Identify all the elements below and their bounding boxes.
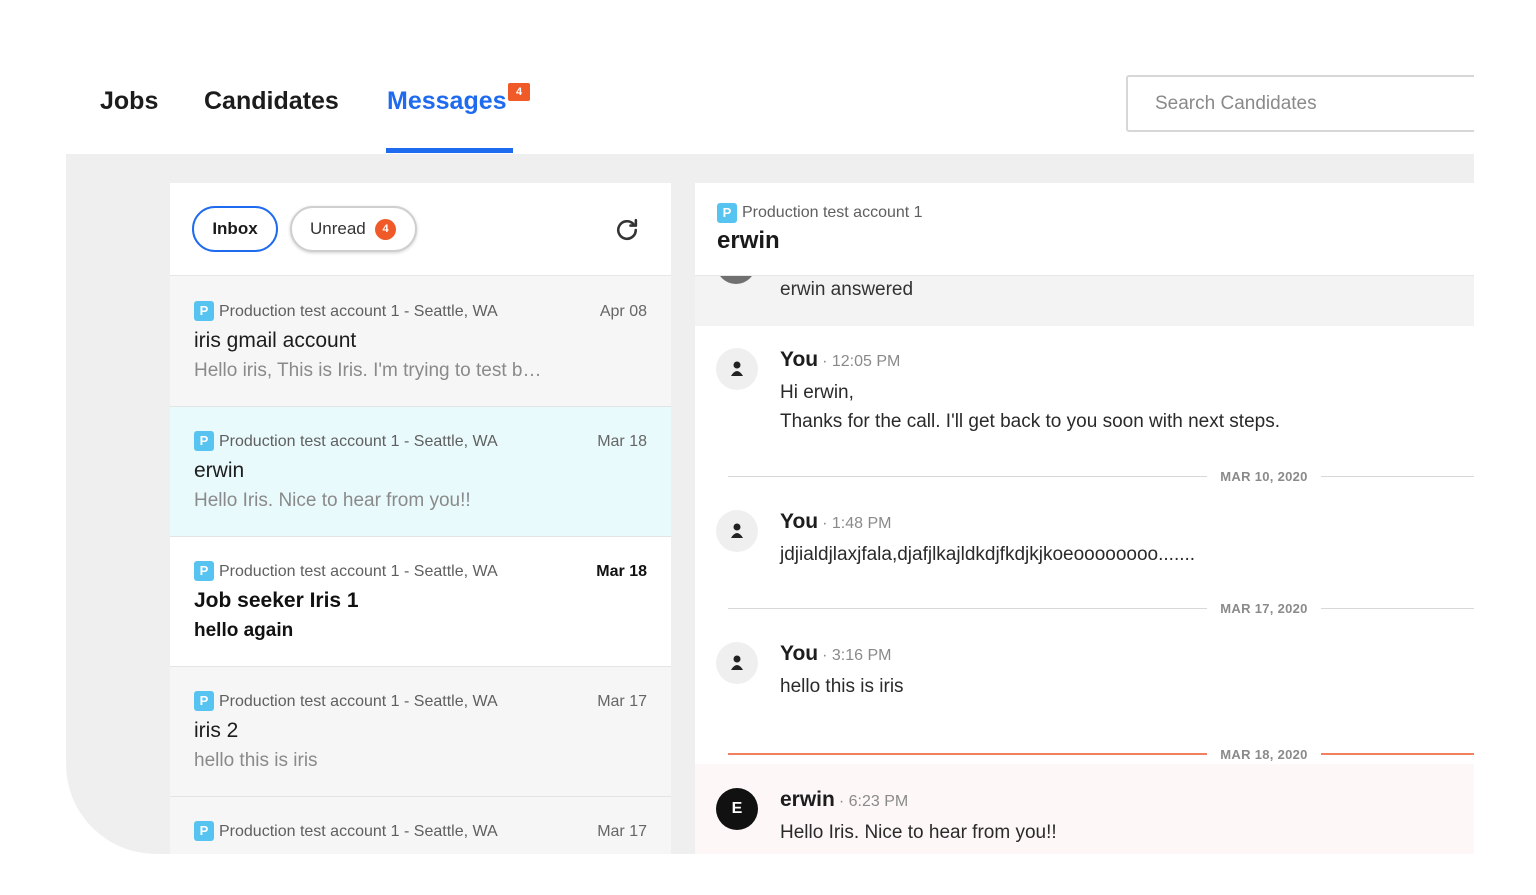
unread-count-badge: 4 [375, 219, 396, 240]
thread-header: P Production test account 1 erwin [695, 183, 1474, 276]
unread-filter-label: Unread [310, 219, 366, 238]
conversation-account: Production test account 1 - Seattle, WA [219, 303, 498, 320]
message-time: · 6:23 PM [838, 793, 909, 810]
conversation-name: erwin [194, 459, 245, 482]
account-badge-icon: P [194, 431, 214, 451]
conversation-account: Production test account 1 - Seattle, WA [219, 823, 498, 840]
account-badge-icon: P [194, 821, 214, 841]
refresh-icon[interactable] [613, 216, 641, 244]
search-box[interactable] [1126, 75, 1474, 132]
conversation-account: Production test account 1 - Seattle, WA [219, 693, 498, 710]
message-text: jdjialdjlaxjfala,djafjlkajldkdjfkdjkjkoe… [780, 544, 1196, 565]
inbox-filter-button[interactable]: Inbox [192, 206, 278, 252]
conversation-name: Job seeker Iris 1 [194, 589, 359, 612]
conversation-date: Mar 18 [597, 433, 647, 450]
conversation-list: Inbox Unread 4 P Production test account … [170, 183, 671, 854]
tab-jobs[interactable]: Jobs [100, 84, 158, 118]
message-sender: erwin [780, 788, 835, 811]
message-sender: You [780, 510, 819, 533]
message-time: · 12:05 PM [822, 353, 901, 370]
date-divider-new: MAR 18, 2020 [728, 745, 1474, 765]
message-time: · 1:48 PM [822, 515, 892, 532]
conversation-item-selected[interactable]: P Production test account 1 - Seattle, WA… [170, 407, 671, 537]
conversation-account: Production test account 1 - Seattle, WA [219, 433, 498, 450]
thread-contact-name: erwin [717, 227, 780, 254]
conversation-item[interactable]: P Production test account 1 - Seattle, WA… [170, 667, 671, 797]
date-divider-label: MAR 18, 2020 [1220, 747, 1308, 762]
search-input[interactable] [1128, 77, 1474, 130]
user-avatar-icon [716, 642, 758, 684]
account-badge-icon: P [194, 301, 214, 321]
filter-bar: Inbox Unread 4 [170, 183, 671, 276]
active-tab-underline [386, 148, 513, 153]
avatar: E [716, 788, 758, 830]
message-text: Hello Iris. Nice to hear from you!! [780, 822, 1057, 843]
date-divider-label: MAR 10, 2020 [1220, 469, 1308, 484]
message-time: · 3:16 PM [822, 647, 892, 664]
user-avatar-icon [716, 510, 758, 552]
date-divider: MAR 10, 2020 [728, 467, 1474, 487]
conversation-preview: Hello Iris. Nice to hear from you!! [194, 490, 471, 511]
date-divider-label: MAR 17, 2020 [1220, 601, 1308, 616]
conversation-preview: hello again [194, 620, 294, 641]
conversation-item[interactable]: P Production test account 1 - Seattle, WA… [170, 797, 671, 854]
tab-messages[interactable]: Messages [387, 84, 507, 118]
message-sender: You [780, 642, 819, 665]
message-text: Thanks for the call. I'll get back to yo… [780, 411, 1280, 432]
account-badge-icon: P [194, 691, 214, 711]
conversation-date: Mar 17 [597, 693, 647, 710]
account-badge-icon: P [194, 561, 214, 581]
conversation-item-unread[interactable]: P Production test account 1 - Seattle, WA… [170, 537, 671, 667]
unread-filter-button[interactable]: Unread 4 [290, 206, 417, 252]
tab-candidates[interactable]: Candidates [204, 84, 339, 118]
conversation-item[interactable]: P Production test account 1 - Seattle, WA… [170, 277, 671, 407]
date-divider: MAR 17, 2020 [728, 599, 1474, 619]
user-avatar-icon [716, 348, 758, 390]
conversation-name: iris gmail account [194, 329, 357, 352]
call-answered-row: erwin answered [695, 256, 1474, 326]
call-answered-text: erwin answered [780, 279, 914, 300]
thread-account: Production test account 1 [742, 204, 923, 221]
message-sender: You [780, 348, 819, 371]
conversation-preview: Hello iris, This is Iris. I'm trying to … [194, 360, 542, 381]
message-text: hello this is iris [780, 676, 904, 697]
account-badge-icon: P [717, 203, 737, 223]
conversation-date: Apr 08 [599, 303, 647, 320]
conversation-name: iris 2 [194, 719, 239, 742]
conversation-date: Mar 17 [597, 823, 647, 840]
message-thread: P Production test account 1 erwin erwin a… [695, 183, 1474, 854]
conversation-account: Production test account 1 - Seattle, WA [219, 563, 498, 580]
conversation-date: Mar 18 [596, 563, 647, 580]
conversation-preview: hello this is iris [194, 750, 318, 771]
message-text: Hi erwin, [780, 382, 854, 403]
messages-count-badge: 4 [508, 83, 530, 101]
